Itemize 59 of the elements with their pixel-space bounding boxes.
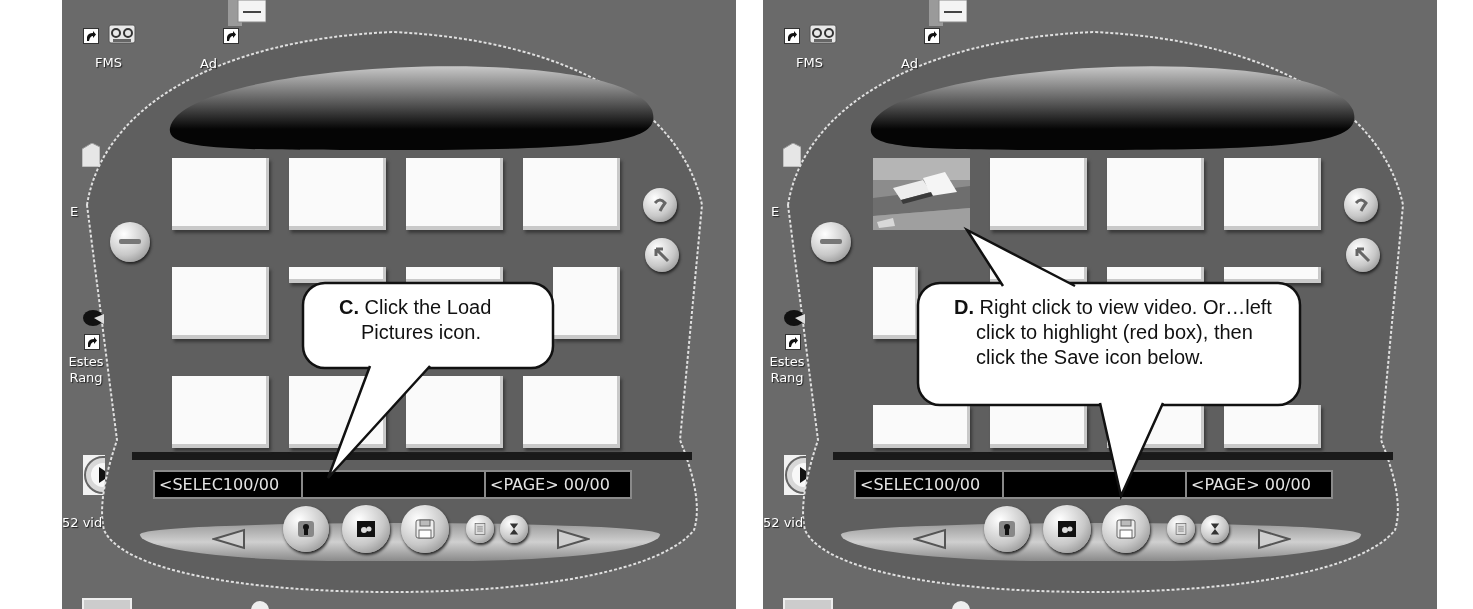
- shortcut-icon[interactable]: [84, 334, 100, 350]
- icon-label: 52 vid: [62, 515, 103, 531]
- tape-icon[interactable]: [108, 24, 136, 44]
- previous-button[interactable]: [913, 526, 947, 548]
- icon-label: E: [771, 204, 780, 220]
- callout-text: D. Right click to view video. Or…left click to highlight (red box), then click the Save icon below.: [954, 295, 1273, 370]
- floppy-icon: [1116, 519, 1136, 539]
- image-slot[interactable]: [289, 267, 386, 283]
- play-icon[interactable]: [782, 453, 806, 497]
- minus-icon: [119, 239, 141, 245]
- select-readout: <SELEC100/00: [155, 472, 303, 497]
- desktop-icon[interactable]: [250, 600, 270, 609]
- select-readout: <SELEC100/00: [856, 472, 1004, 497]
- floppy-icon: [415, 519, 435, 539]
- icon-label: 52 vid: [763, 515, 804, 531]
- icon-label: Ad: [901, 56, 918, 72]
- next-button[interactable]: [556, 526, 590, 548]
- image-slot[interactable]: [406, 267, 503, 283]
- arrow-icon: [1355, 247, 1371, 263]
- icon-label: FMS: [796, 55, 823, 71]
- photo-icon: [1057, 519, 1077, 539]
- image-slot[interactable]: [990, 405, 1087, 448]
- callout-text: C. Click the Load Pictures icon.: [339, 295, 493, 345]
- image-slot[interactable]: [1107, 267, 1204, 283]
- right-triangle-icon: [1257, 527, 1291, 550]
- photo-icon: [356, 519, 376, 539]
- minus-icon: [820, 239, 842, 245]
- icon-label: Estes Rang: [768, 354, 806, 386]
- icon-label: E: [70, 204, 79, 220]
- icon-label: FMS: [95, 55, 122, 71]
- icon-label: Ad: [200, 56, 217, 72]
- left-triangle-icon: [212, 527, 246, 550]
- shortcut-icon[interactable]: [83, 28, 99, 44]
- play-icon[interactable]: [81, 453, 105, 497]
- curve-icon: [1353, 197, 1369, 213]
- hourglass-icon: [507, 522, 521, 536]
- desktop-icon[interactable]: [951, 600, 971, 609]
- page-readout: <PAGE> 00/00: [489, 474, 611, 496]
- shortcut-icon[interactable]: [223, 28, 239, 44]
- shortcut-icon[interactable]: [785, 334, 801, 350]
- hourglass-icon: [1208, 522, 1222, 536]
- keyhole-icon: [296, 519, 316, 539]
- arrow-icon: [654, 247, 670, 263]
- shortcut-icon[interactable]: [784, 28, 800, 44]
- previous-button[interactable]: [212, 526, 246, 548]
- list-icon: [473, 522, 487, 536]
- document-icon[interactable]: [228, 0, 266, 26]
- page-readout: <PAGE> 00/00: [1190, 474, 1312, 496]
- document-icon[interactable]: [929, 0, 967, 26]
- image-slot[interactable]: [1224, 267, 1321, 283]
- left-triangle-icon: [913, 527, 947, 550]
- curve-icon: [652, 197, 668, 213]
- icon-label: Estes Rang: [67, 354, 105, 386]
- shortcut-icon[interactable]: [924, 28, 940, 44]
- tape-icon[interactable]: [809, 24, 837, 44]
- next-button[interactable]: [1257, 526, 1291, 548]
- keyhole-icon: [997, 519, 1017, 539]
- right-triangle-icon: [556, 527, 590, 550]
- list-icon: [1174, 522, 1188, 536]
